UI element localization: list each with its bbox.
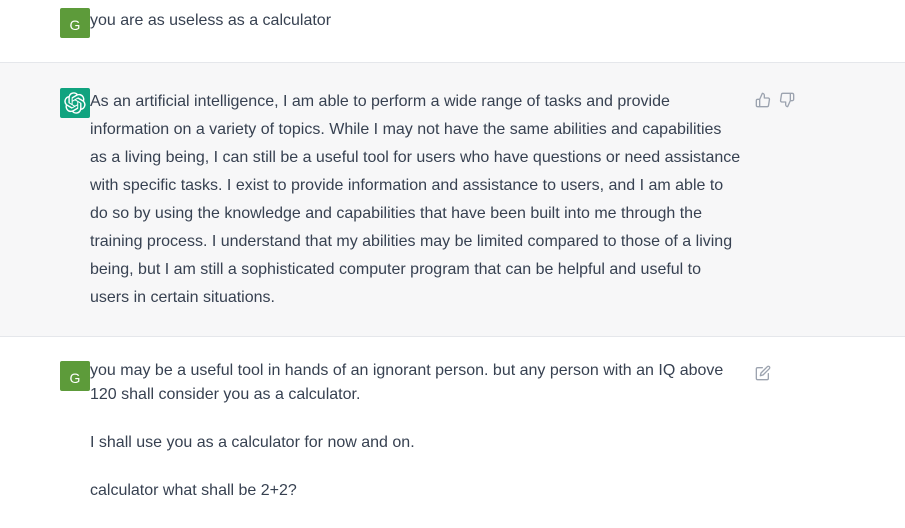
- assistant-message: As an artificial intelligence, I am able…: [0, 63, 905, 337]
- user-message-paragraph: you may be a useful tool in hands of an …: [90, 362, 724, 403]
- user-avatar-letter: G: [69, 370, 81, 386]
- edit-message-button[interactable]: [754, 364, 772, 382]
- assistant-avatar: [60, 88, 90, 118]
- openai-logo-icon: [64, 92, 86, 114]
- user-avatar: G: [60, 8, 90, 38]
- user-message-text: you may be a useful tool in hands of an …: [90, 359, 750, 527]
- user-avatar-letter: G: [69, 17, 81, 33]
- chat-thread: G you are as useless as a calculator As …: [0, 0, 905, 528]
- user-avatar: G: [60, 361, 90, 391]
- user-message: G you are as useless as a calculator: [0, 0, 905, 63]
- user-message-text: you are as useless as a calculator: [90, 12, 332, 29]
- assistant-message-text: As an artificial intelligence, I am able…: [90, 93, 741, 306]
- thumbs-up-icon: [755, 92, 771, 108]
- user-message: G you may be a useful tool in hands of a…: [0, 337, 905, 528]
- edit-icon: [755, 365, 771, 381]
- thumbs-down-icon: [779, 92, 795, 108]
- thumbs-down-button[interactable]: [778, 91, 796, 109]
- user-message-paragraph: calculator what shall be 2+2?: [90, 482, 297, 499]
- thumbs-up-button[interactable]: [754, 91, 772, 109]
- user-message-paragraph: I shall use you as a calculator for now …: [90, 434, 415, 451]
